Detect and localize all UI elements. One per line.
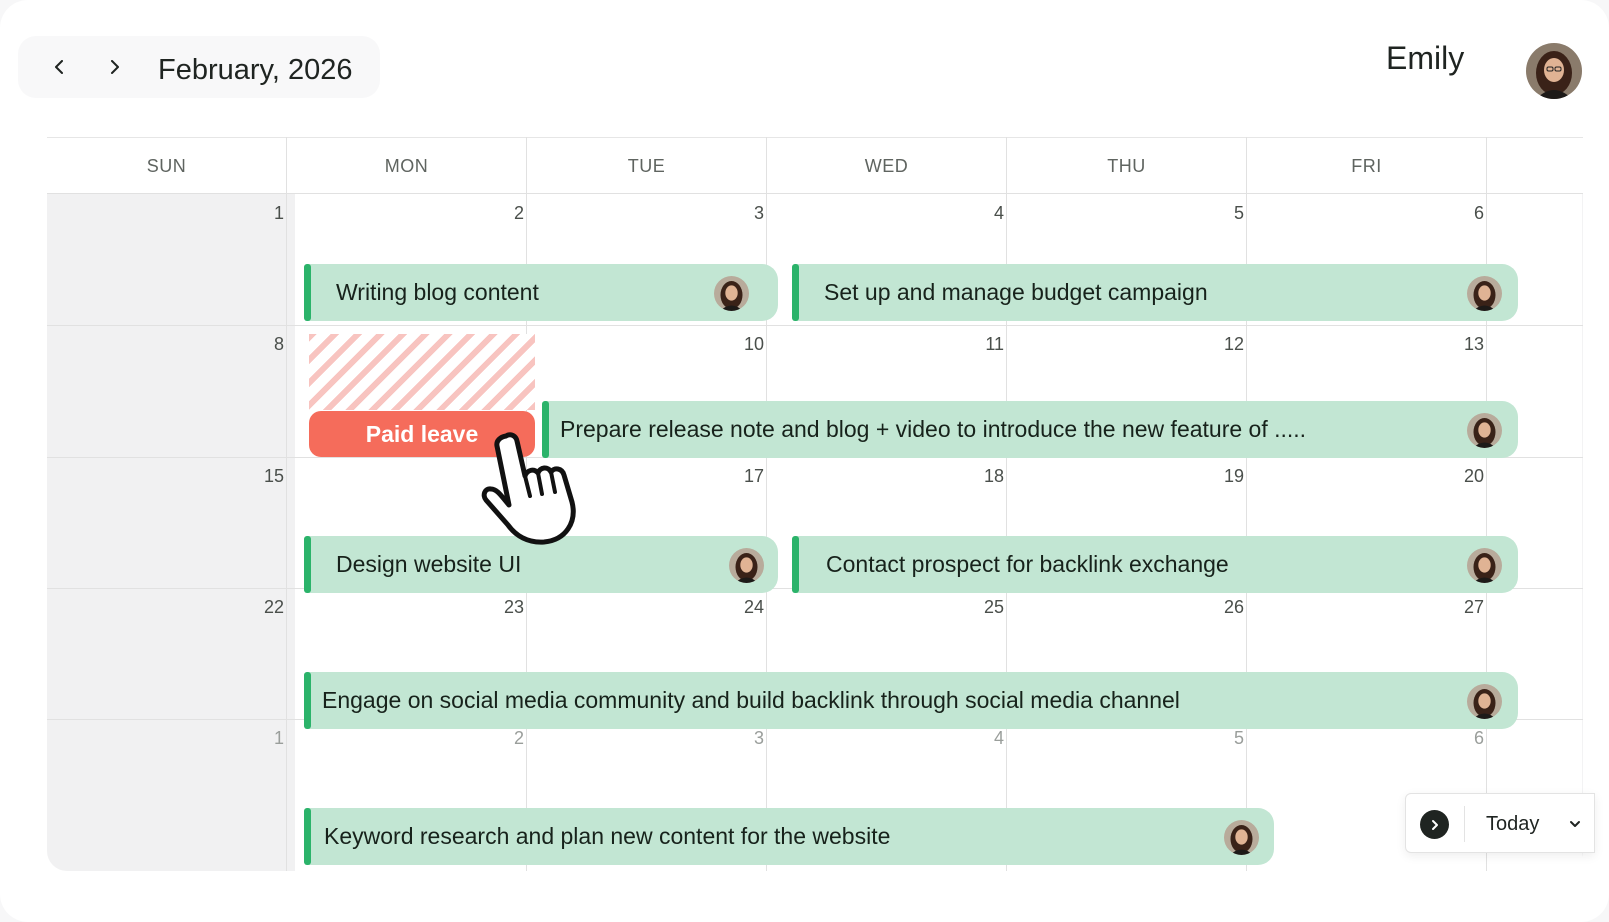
day-number[interactable]: 5 [1204,203,1244,224]
avatar-image [1467,684,1502,719]
chevron-right-icon [111,60,119,74]
grid-line [766,137,767,871]
weekday-fri: FRI [1247,138,1487,195]
chevron-left-icon [55,60,63,74]
grid-line [1486,137,1487,871]
day-number[interactable]: 1 [244,728,284,749]
assignee-avatar [1224,820,1259,855]
day-number[interactable]: 4 [964,728,1004,749]
app-window: February, 2026 Emily SUN MON TUE WED THU… [0,0,1609,922]
day-number[interactable]: 13 [1444,334,1484,355]
user-name: Emily [1386,40,1465,76]
sunday-column [47,194,295,871]
event-title: Prepare release note and blog + video to… [560,416,1307,442]
event-card[interactable]: Engage on social media community and bui… [304,672,1518,729]
weekday-header: SUN MON TUE WED THU FRI [47,137,1583,195]
day-number[interactable]: 19 [1204,466,1244,487]
grid-line [1006,137,1007,871]
day-number[interactable]: 26 [1204,597,1244,618]
event-title: Keyword research and plan new content fo… [324,823,891,849]
weekday-mon: MON [287,138,527,195]
weekday-wed: WED [767,138,1007,195]
day-number[interactable]: 18 [964,466,1004,487]
chevron-down-icon[interactable] [1569,818,1581,830]
event-card[interactable]: Prepare release note and blog + video to… [542,401,1518,458]
day-number[interactable]: 22 [244,597,284,618]
day-number[interactable]: 8 [244,334,284,355]
day-number[interactable]: 23 [484,597,524,618]
weekday-thu: THU [1007,138,1247,195]
day-number[interactable]: 3 [724,203,764,224]
day-number[interactable]: 3 [724,728,764,749]
grid-line [47,325,1583,326]
day-number[interactable]: 6 [1444,728,1484,749]
event-card[interactable]: Set up and manage budget campaign [792,264,1518,321]
go-to-today-button[interactable] [1420,810,1449,839]
event-title: Engage on social media community and bui… [322,687,1180,713]
assignee-avatar [1467,684,1502,719]
day-number[interactable]: 4 [964,203,1004,224]
month-navigation: February, 2026 [18,36,380,98]
assignee-avatar [1467,548,1502,583]
avatar-image [714,276,749,311]
day-number[interactable]: 17 [724,466,764,487]
day-number[interactable]: 20 [1444,466,1484,487]
divider [1464,806,1465,842]
day-number[interactable]: 1 [244,203,284,224]
avatar-image [729,548,764,583]
calendar-grid: SUN MON TUE WED THU FRI [47,137,1583,871]
next-month-button[interactable] [92,36,136,98]
avatar-image [1467,413,1502,448]
day-number[interactable]: 25 [964,597,1004,618]
previous-month-button[interactable] [38,36,82,98]
day-number[interactable]: 2 [484,728,524,749]
day-number[interactable]: 24 [724,597,764,618]
user-avatar[interactable] [1526,43,1582,99]
avatar-image [1526,43,1582,99]
saturday-column [1582,137,1583,871]
event-card[interactable]: Contact prospect for backlink exchange [792,536,1518,593]
day-number[interactable]: 2 [484,203,524,224]
event-card[interactable]: Writing blog content [304,264,778,321]
event-title: Contact prospect for backlink exchange [826,551,1229,577]
grid-line [1246,137,1247,871]
avatar-image [1224,820,1259,855]
avatar-image [1467,276,1502,311]
hand-pointer-icon [481,432,576,545]
weekday-tue: TUE [527,138,767,195]
event-title: Set up and manage budget campaign [824,279,1208,305]
day-number[interactable]: 15 [244,466,284,487]
grid-line [286,137,287,871]
paid-leave-block [309,334,535,410]
day-number[interactable]: 12 [1204,334,1244,355]
day-number[interactable]: 10 [724,334,764,355]
chevron-right-circle-icon [1431,819,1438,830]
assignee-avatar [729,548,764,583]
today-select[interactable]: Today [1486,794,1539,854]
day-number[interactable]: 11 [964,334,1004,355]
month-title: February, 2026 [158,54,353,86]
day-number[interactable]: 5 [1204,728,1244,749]
event-title: Writing blog content [336,279,539,305]
assignee-avatar [1467,413,1502,448]
event-card[interactable]: Keyword research and plan new content fo… [304,808,1274,865]
day-number[interactable]: 27 [1444,597,1484,618]
event-title: Design website UI [336,551,522,577]
assignee-avatar [1467,276,1502,311]
avatar-image [1467,548,1502,583]
day-number[interactable]: 6 [1444,203,1484,224]
today-control: Today [1405,793,1595,853]
weekday-sun: SUN [47,138,287,195]
assignee-avatar [714,276,749,311]
